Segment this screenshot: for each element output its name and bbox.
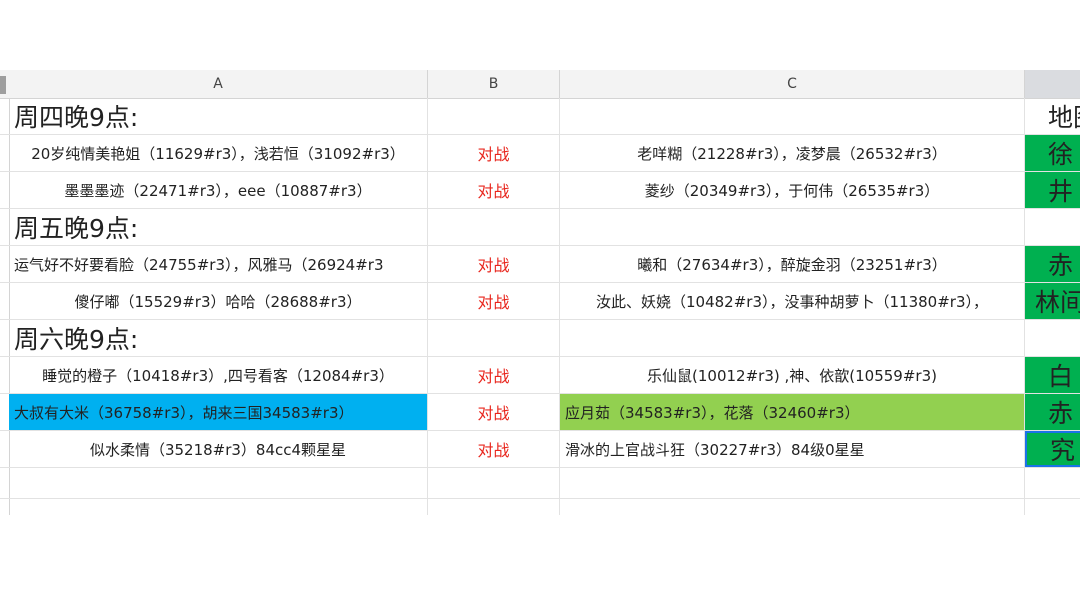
cell-b[interactable] bbox=[428, 98, 560, 134]
table-row: 运气好不好要看脸（24755#r3），风雅马（26924#r3 对战 曦和（27… bbox=[0, 246, 1080, 283]
table-row: 大叔有大米（36758#r3），胡来三国34583#r3） 对战 应月茹（345… bbox=[0, 394, 1080, 431]
team-c-cell[interactable]: 老咩糊（21228#r3），凌梦晨（26532#r3） bbox=[560, 135, 1025, 171]
column-header-row: A B C bbox=[0, 70, 1080, 99]
map-cell[interactable]: 井 bbox=[1025, 172, 1080, 208]
column-header-c[interactable]: C bbox=[560, 70, 1025, 98]
empty-cell[interactable] bbox=[428, 468, 560, 498]
empty-cell[interactable] bbox=[1025, 468, 1080, 498]
empty-cell[interactable] bbox=[428, 499, 560, 515]
team-a-cell[interactable]: 墨墨墨迹（22471#r3），eee（10887#r3） bbox=[9, 172, 428, 208]
table-row: 睡觉的橙子（10418#r3）,四号看客（12084#r3） 对战 乐仙鼠(10… bbox=[0, 357, 1080, 394]
empty-cell[interactable] bbox=[9, 499, 428, 515]
cell-c[interactable] bbox=[560, 98, 1025, 134]
day-heading-cell[interactable]: 周四晚9点: bbox=[9, 98, 428, 134]
versus-cell[interactable]: 对战 bbox=[428, 283, 560, 319]
team-a-cell[interactable]: 傻仔嘟（15529#r3）哈哈（28688#r3） bbox=[9, 283, 428, 319]
team-a-cell-highlighted[interactable]: 大叔有大米（36758#r3），胡来三国34583#r3） bbox=[9, 394, 428, 430]
empty-cell[interactable] bbox=[1025, 499, 1080, 515]
team-c-cell[interactable]: 菱纱（20349#r3），于何伟（26535#r3） bbox=[560, 172, 1025, 208]
cell-c[interactable] bbox=[560, 209, 1025, 245]
day-heading-cell[interactable]: 周五晚9点: bbox=[9, 209, 428, 245]
empty-cell[interactable] bbox=[9, 468, 428, 498]
column-header-a[interactable]: A bbox=[9, 70, 428, 98]
column-header-d[interactable] bbox=[1025, 70, 1080, 98]
map-cell[interactable]: 赤 bbox=[1025, 246, 1080, 282]
column-header-b[interactable]: B bbox=[428, 70, 560, 98]
versus-cell[interactable]: 对战 bbox=[428, 394, 560, 430]
map-cell[interactable]: 林间 bbox=[1025, 283, 1080, 319]
table-row: 傻仔嘟（15529#r3）哈哈（28688#r3） 对战 汝此、妖娆（10482… bbox=[0, 283, 1080, 320]
empty-cell[interactable] bbox=[560, 468, 1025, 498]
table-row: 周五晚9点: bbox=[0, 209, 1080, 246]
cell-b[interactable] bbox=[428, 209, 560, 245]
team-a-cell[interactable]: 睡觉的橙子（10418#r3）,四号看客（12084#r3） bbox=[9, 357, 428, 393]
team-c-cell[interactable]: 曦和（27634#r3），醉旋金羽（23251#r3） bbox=[560, 246, 1025, 282]
spreadsheet-grid: A B C 周四晚9点: 地图 20岁纯情美艳姐（11629#r3），浅若恒（3… bbox=[0, 70, 1080, 515]
team-c-cell[interactable]: 乐仙鼠(10012#r3) ,神、依歆(10559#r3) bbox=[560, 357, 1025, 393]
team-a-cell[interactable]: 似水柔情（35218#r3）84cc4颗星星 bbox=[9, 431, 428, 467]
table-row: 似水柔情（35218#r3）84cc4颗星星 对战 滑冰的上官战斗狂（30227… bbox=[0, 431, 1080, 468]
versus-cell[interactable]: 对战 bbox=[428, 246, 560, 282]
map-cell-selected[interactable]: 究 bbox=[1025, 431, 1080, 467]
table-row bbox=[0, 499, 1080, 515]
map-cell[interactable]: 赤 bbox=[1025, 394, 1080, 430]
versus-cell[interactable]: 对战 bbox=[428, 172, 560, 208]
empty-cell[interactable] bbox=[560, 499, 1025, 515]
table-row bbox=[0, 468, 1080, 499]
table-row: 周六晚9点: bbox=[0, 320, 1080, 357]
map-cell[interactable]: 白 bbox=[1025, 357, 1080, 393]
team-a-cell[interactable]: 运气好不好要看脸（24755#r3），风雅马（26924#r3 bbox=[9, 246, 428, 282]
table-row: 20岁纯情美艳姐（11629#r3），浅若恒（31092#r3） 对战 老咩糊（… bbox=[0, 135, 1080, 172]
cell-c[interactable] bbox=[560, 320, 1025, 356]
map-cell[interactable] bbox=[1025, 209, 1080, 245]
map-cell[interactable] bbox=[1025, 320, 1080, 356]
day-heading-cell[interactable]: 周六晚9点: bbox=[9, 320, 428, 356]
table-row: 周四晚9点: 地图 bbox=[0, 98, 1080, 135]
versus-cell[interactable]: 对战 bbox=[428, 135, 560, 171]
versus-cell[interactable]: 对战 bbox=[428, 431, 560, 467]
map-header-cell[interactable]: 地图 bbox=[1025, 98, 1080, 134]
team-c-cell-highlighted[interactable]: 应月茹（34583#r3），花落（32460#r3） bbox=[560, 394, 1025, 430]
team-c-cell[interactable]: 滑冰的上官战斗狂（30227#r3）84级0星星 bbox=[560, 431, 1025, 467]
cell-b[interactable] bbox=[428, 320, 560, 356]
versus-cell[interactable]: 对战 bbox=[428, 357, 560, 393]
map-cell[interactable]: 徐 bbox=[1025, 135, 1080, 171]
team-a-cell[interactable]: 20岁纯情美艳姐（11629#r3），浅若恒（31092#r3） bbox=[9, 135, 428, 171]
team-c-cell[interactable]: 汝此、妖娆（10482#r3），没事种胡萝卜（11380#r3）， bbox=[560, 283, 1025, 319]
table-row: 墨墨墨迹（22471#r3），eee（10887#r3） 对战 菱纱（20349… bbox=[0, 172, 1080, 209]
select-all-corner[interactable] bbox=[0, 76, 6, 94]
